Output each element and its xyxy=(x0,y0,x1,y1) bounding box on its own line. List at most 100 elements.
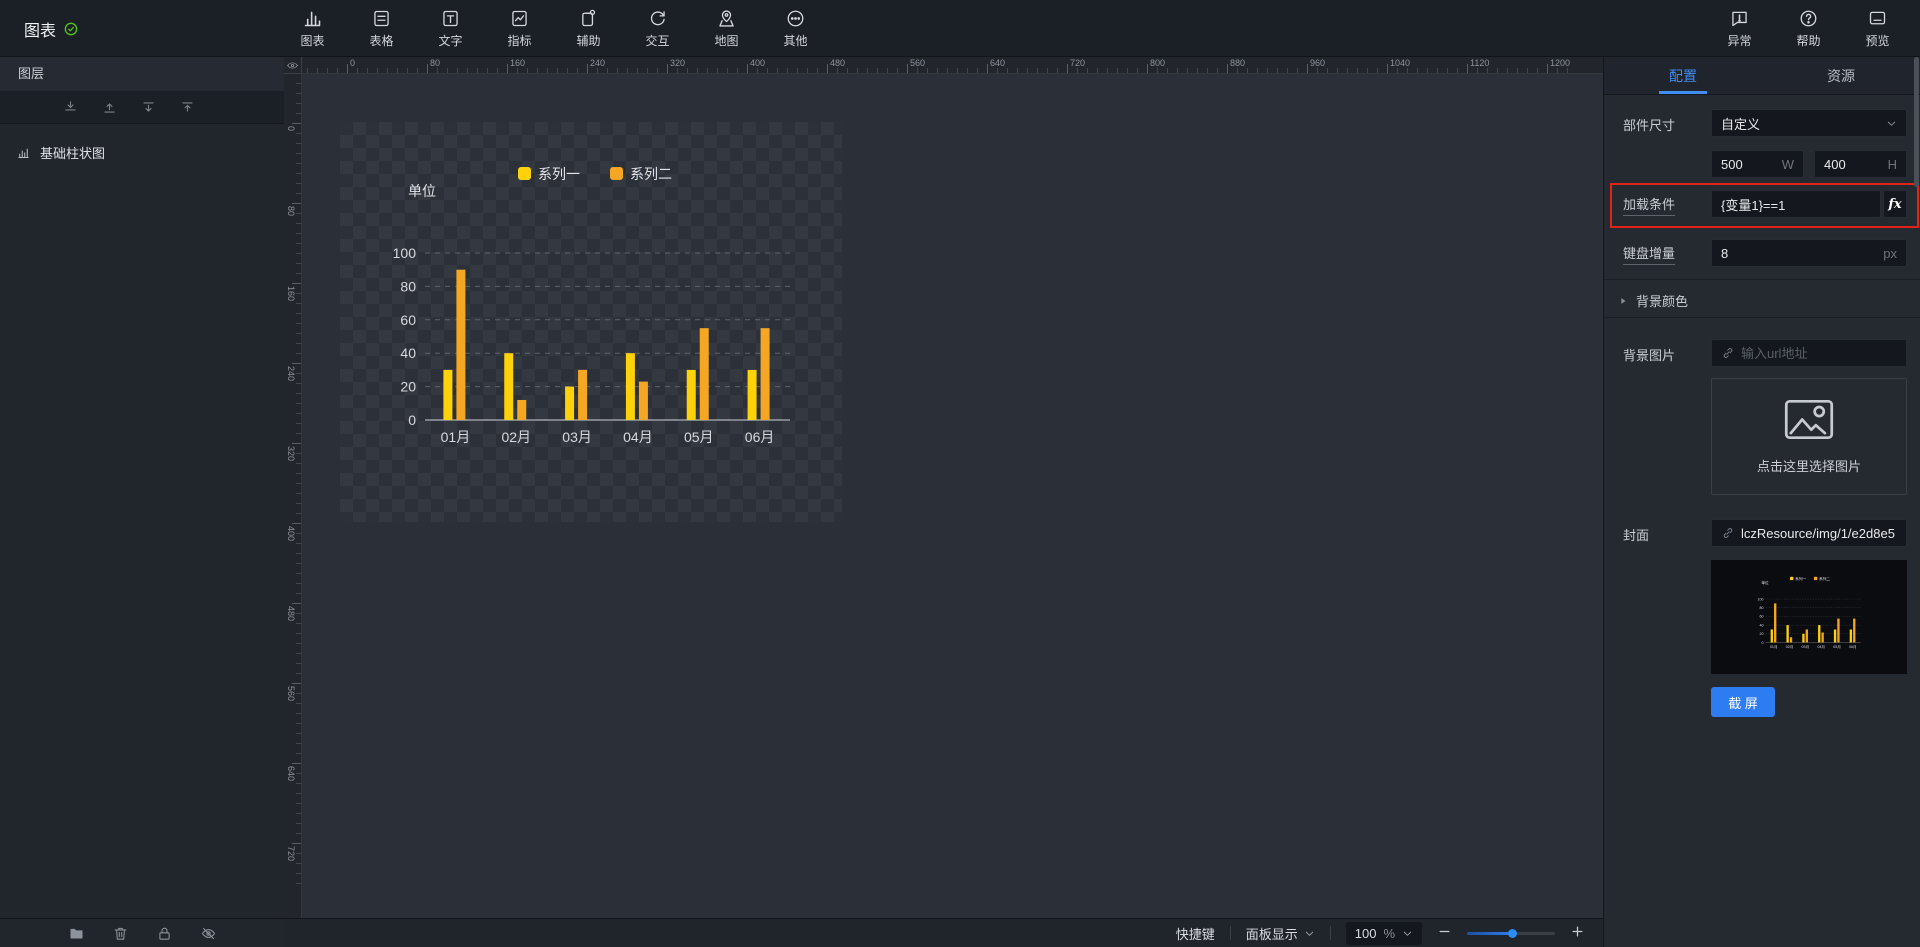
svg-text:系列二: 系列二 xyxy=(1819,576,1830,581)
svg-text:20: 20 xyxy=(1759,632,1763,636)
cover-url-input[interactable] xyxy=(1741,526,1897,541)
tab-config[interactable]: 配置 xyxy=(1604,57,1762,94)
lock-icon[interactable] xyxy=(156,925,173,942)
height-suffix: H xyxy=(1888,157,1897,172)
toolbar-item-异常[interactable]: 异常 xyxy=(1705,0,1774,57)
load-condition-field[interactable] xyxy=(1711,190,1881,218)
width-field[interactable]: W xyxy=(1711,150,1804,178)
svg-text:80: 80 xyxy=(1759,606,1763,610)
assist-icon xyxy=(578,8,599,29)
panel-display-dropdown[interactable]: 面板显示 xyxy=(1246,924,1315,943)
screenshot-button[interactable]: 截 屏 xyxy=(1711,687,1775,717)
trash-icon[interactable] xyxy=(112,925,129,942)
svg-text:01月: 01月 xyxy=(1770,644,1778,649)
load-condition-input[interactable] xyxy=(1721,197,1871,212)
shortcut-button[interactable]: 快捷键 xyxy=(1176,924,1215,943)
toolbar-item-文字[interactable]: 文字 xyxy=(416,0,485,57)
v-ruler-label: 400 xyxy=(286,526,296,541)
divider xyxy=(1604,317,1920,318)
toolbar-item-指标[interactable]: 指标 xyxy=(485,0,554,57)
panel-display-label: 面板显示 xyxy=(1246,924,1298,943)
svg-text:05月: 05月 xyxy=(1833,644,1841,649)
canvas-bottombar: 快捷键 面板显示 100 % xyxy=(284,918,1603,947)
app-window: 图表 图表表格文字指标辅助交互地图其他 异常帮助预览 图层 基础柱状图 0801… xyxy=(0,0,1920,947)
zoom-in-button[interactable] xyxy=(1570,924,1585,942)
widget-toolbar: 图表表格文字 指标 辅助交互地图其他 xyxy=(278,0,830,57)
image-picker-text: 点击这里选择图片 xyxy=(1757,456,1861,475)
toolbar-item-label: 异常 xyxy=(1727,32,1751,49)
cover-url-field[interactable] xyxy=(1711,519,1907,547)
chart-icon xyxy=(302,8,323,29)
image-picker[interactable]: 点击这里选择图片 xyxy=(1711,378,1907,495)
preview-icon xyxy=(1867,8,1888,29)
layer-item-basic-bar-chart[interactable]: 基础柱状图 xyxy=(0,136,284,168)
other-icon xyxy=(785,8,806,29)
toolbar-item-帮助[interactable]: 帮助 xyxy=(1774,0,1843,57)
bg-image-row: 背景图片 xyxy=(1604,339,1920,369)
bg-image-url-field[interactable] xyxy=(1711,339,1907,367)
size-preset-value xyxy=(1721,116,1886,131)
toolbar-item-交互[interactable]: 交互 xyxy=(623,0,692,57)
send-to-back-icon[interactable] xyxy=(62,99,79,116)
fx-button[interactable]: fx xyxy=(1883,190,1907,218)
keyboard-step-input[interactable] xyxy=(1721,246,1877,261)
svg-text:0: 0 xyxy=(408,412,416,428)
zoom-slider[interactable] xyxy=(1467,926,1555,940)
svg-text:03月: 03月 xyxy=(562,429,592,445)
h-ruler-label: 960 xyxy=(1310,58,1325,68)
cover-thumbnail: 系列一系列二单位02040608010001月02月03月04月05月06月 xyxy=(1711,560,1907,674)
h-ruler-label: 720 xyxy=(1070,58,1085,68)
help-icon xyxy=(1798,8,1819,29)
width-suffix: W xyxy=(1782,157,1794,172)
bring-to-front-icon[interactable] xyxy=(101,99,118,116)
cover-row: 封面 xyxy=(1604,519,1920,549)
svg-text:系列一: 系列一 xyxy=(538,166,580,182)
toolbar-item-预览[interactable]: 预览 xyxy=(1843,0,1912,57)
svg-text:系列一: 系列一 xyxy=(1795,576,1806,581)
toolbar-item-图表[interactable]: 图表 xyxy=(278,0,347,57)
tab-resources[interactable]: 资源 xyxy=(1762,57,1920,94)
chevron-down-icon xyxy=(1402,928,1413,939)
ruler-corner[interactable] xyxy=(284,57,302,74)
svg-text:05月: 05月 xyxy=(684,429,714,445)
send-backward-icon[interactable] xyxy=(140,99,157,116)
svg-text:06月: 06月 xyxy=(745,429,775,445)
h-ruler-label: 880 xyxy=(1230,58,1245,68)
bring-forward-icon[interactable] xyxy=(179,99,196,116)
v-ruler-label: 240 xyxy=(286,366,296,381)
toolbar-item-label: 指标 xyxy=(507,32,531,49)
svg-text:60: 60 xyxy=(400,312,416,328)
interact-icon xyxy=(647,8,668,29)
svg-text:40: 40 xyxy=(400,345,416,361)
bg-image-url-input[interactable] xyxy=(1741,346,1897,361)
eye-off-icon[interactable] xyxy=(200,925,217,942)
panel-scrollbar[interactable] xyxy=(1914,57,1919,187)
toolbar-item-辅助[interactable]: 辅助 xyxy=(554,0,623,57)
keyboard-step-field[interactable]: px xyxy=(1711,239,1907,267)
toolbar-item-label: 文字 xyxy=(438,32,462,49)
layers-sidebar: 图层 基础柱状图 xyxy=(0,57,284,947)
h-ruler-label: 480 xyxy=(830,58,845,68)
zoom-level-select[interactable]: 100 % xyxy=(1346,922,1422,945)
slider-handle[interactable] xyxy=(1508,929,1517,938)
folder-icon[interactable] xyxy=(68,925,85,942)
chart-widget[interactable]: 系列一系列二单位02040608010001月02月03月04月05月06月 xyxy=(340,122,842,522)
v-ruler-label: 560 xyxy=(286,686,296,701)
table-icon xyxy=(371,8,392,29)
width-input[interactable] xyxy=(1721,157,1776,172)
bg-color-collapse[interactable]: 背景颜色 xyxy=(1618,291,1688,310)
toolbar-item-地图[interactable]: 地图 xyxy=(692,0,761,57)
size-preset-select[interactable] xyxy=(1711,109,1907,137)
height-field[interactable]: H xyxy=(1814,150,1907,178)
toolbar-item-表格[interactable]: 表格 xyxy=(347,0,416,57)
design-canvas[interactable]: 系列一系列二单位02040608010001月02月03月04月05月06月 xyxy=(302,74,1603,918)
panel-tabs: 配置 资源 xyxy=(1604,57,1920,95)
keyboard-step-suffix: px xyxy=(1883,246,1897,261)
text-icon xyxy=(440,8,461,29)
h-ruler-label: 320 xyxy=(670,58,685,68)
height-input[interactable] xyxy=(1824,157,1882,172)
zoom-out-button[interactable] xyxy=(1437,924,1452,942)
toolbar-item-其他[interactable]: 其他 xyxy=(761,0,830,57)
app-title-text: 图表 xyxy=(24,17,56,41)
divider xyxy=(1604,279,1920,280)
